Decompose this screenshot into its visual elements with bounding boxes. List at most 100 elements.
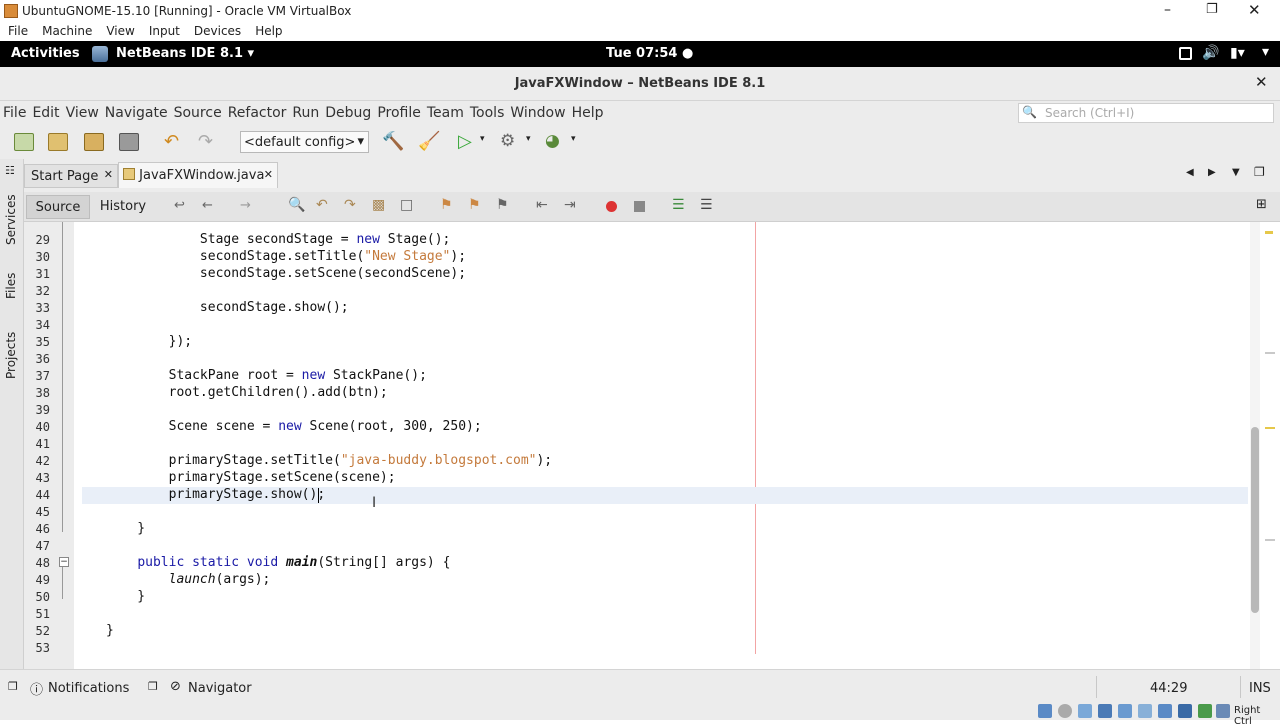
scrollbar-thumb[interactable]: [1251, 427, 1259, 613]
close-tab-icon[interactable]: ✕: [104, 168, 113, 181]
menu-edit[interactable]: Edit: [32, 105, 59, 121]
find-icon[interactable]: 🔍: [288, 197, 305, 213]
menu-help[interactable]: Help: [572, 105, 604, 121]
occurrence-marker[interactable]: [1265, 539, 1275, 541]
profile-dropdown-icon[interactable]: ▾: [571, 134, 576, 144]
build-hammer-icon[interactable]: 🔨: [382, 131, 404, 152]
audio-icon[interactable]: [1078, 704, 1092, 718]
maximize-editor-icon[interactable]: ❐: [1254, 165, 1265, 179]
toggle-rect-select-icon[interactable]: □: [400, 197, 413, 213]
menu-tools[interactable]: Tools: [470, 105, 505, 121]
forward-icon[interactable]: →: [240, 198, 251, 213]
menu-run[interactable]: Run: [292, 105, 319, 121]
menu-navigate[interactable]: Navigate: [105, 105, 168, 121]
config-select[interactable]: <default config> ▾: [240, 131, 369, 153]
new-project-icon[interactable]: [48, 133, 68, 151]
run-dropdown-icon[interactable]: ▾: [480, 134, 485, 144]
debug-icon[interactable]: ⚙: [500, 131, 515, 151]
tab-start-page[interactable]: Start Page ✕: [24, 164, 118, 188]
line-number: 43: [35, 471, 50, 485]
usb-icon[interactable]: [1118, 704, 1132, 718]
network-icon[interactable]: [1098, 704, 1112, 718]
vbox-menu-input[interactable]: Input: [149, 24, 180, 38]
occurrence-marker[interactable]: [1265, 352, 1275, 354]
files-panel-tab[interactable]: Files: [4, 265, 20, 299]
tab-javafxwindow[interactable]: JavaFXWindow.java ✕: [118, 162, 278, 188]
menu-window[interactable]: Window: [510, 105, 565, 121]
shift-left-icon[interactable]: ⇤: [536, 197, 548, 213]
window-restore-icon[interactable]: ❐: [8, 680, 18, 693]
scroll-tabs-right-icon[interactable]: ▶: [1208, 167, 1216, 178]
last-edit-icon[interactable]: ↩: [174, 198, 185, 213]
save-all-icon[interactable]: [119, 133, 139, 151]
back-icon[interactable]: ←: [202, 198, 213, 213]
debug-dropdown-icon[interactable]: ▾: [526, 134, 531, 144]
vertical-scrollbar[interactable]: [1250, 222, 1260, 669]
split-editor-icon[interactable]: ⊞: [1256, 197, 1267, 212]
vbox-menu-file[interactable]: File: [8, 24, 28, 38]
hard-disk-icon[interactable]: [1038, 704, 1052, 718]
close-netbeans-icon[interactable]: ✕: [1255, 73, 1268, 91]
power-menu-icon[interactable]: ▾: [1262, 44, 1269, 60]
navigator-tab[interactable]: Navigator: [188, 681, 252, 696]
source-tab[interactable]: Source: [26, 195, 90, 219]
clock[interactable]: Tue 07:54 ●: [606, 46, 693, 61]
run-icon[interactable]: ▷: [458, 131, 472, 152]
toggle-highlight-icon[interactable]: ▩: [372, 197, 385, 213]
menu-view[interactable]: View: [66, 105, 99, 121]
notifications-tab[interactable]: Notifications: [48, 681, 129, 696]
profile-icon[interactable]: ◕: [545, 131, 560, 151]
volume-icon[interactable]: 🔊: [1202, 45, 1219, 61]
services-panel-tab[interactable]: Services: [4, 189, 20, 245]
shared-folders-icon[interactable]: [1138, 704, 1152, 718]
clean-build-icon[interactable]: 🧹: [418, 131, 440, 152]
toggle-bookmark-icon[interactable]: ⚑: [496, 197, 509, 213]
open-project-icon[interactable]: [84, 133, 104, 151]
new-file-icon[interactable]: [14, 133, 34, 151]
minimize-icon[interactable]: –: [1164, 2, 1171, 18]
menu-refactor[interactable]: Refactor: [228, 105, 287, 121]
vbox-menu-machine[interactable]: Machine: [42, 24, 92, 38]
menu-source[interactable]: Source: [174, 105, 222, 121]
vbox-menu-devices[interactable]: Devices: [194, 24, 241, 38]
cpu-icon[interactable]: [1198, 704, 1212, 718]
next-bookmark-icon[interactable]: ⚑: [468, 197, 481, 213]
side-menu-icon[interactable]: ☷: [5, 164, 15, 177]
start-macro-icon[interactable]: [606, 201, 617, 212]
history-tab[interactable]: History: [94, 195, 152, 219]
optical-drive-icon[interactable]: [1058, 704, 1072, 718]
uncomment-icon[interactable]: ☰: [700, 197, 713, 213]
warning-marker[interactable]: [1265, 427, 1275, 429]
previous-bookmark-icon[interactable]: ⚑: [440, 197, 453, 213]
menu-team[interactable]: Team: [427, 105, 464, 121]
battery-icon[interactable]: ▮▾: [1230, 45, 1245, 61]
activities-button[interactable]: Activities: [11, 46, 80, 61]
close-window-icon[interactable]: ✕: [1248, 1, 1261, 19]
vbox-menu-help[interactable]: Help: [255, 24, 282, 38]
warning-marker[interactable]: [1265, 231, 1273, 234]
video-capture-icon[interactable]: [1178, 704, 1192, 718]
projects-panel-tab[interactable]: Projects: [4, 321, 20, 379]
mouse-integration-icon[interactable]: [1216, 704, 1230, 718]
redo-icon[interactable]: ↷: [198, 131, 213, 152]
search-box[interactable]: 🔍 Search (Ctrl+I): [1018, 103, 1274, 123]
close-tab-icon[interactable]: ✕: [264, 168, 273, 181]
tab-list-icon[interactable]: ▼: [1232, 167, 1240, 178]
side-panel-strip: ☷ Services Files Projects: [0, 159, 24, 669]
restore-icon[interactable]: ❐: [1206, 2, 1218, 17]
comment-icon[interactable]: ☰: [672, 197, 685, 213]
vbox-menu-view[interactable]: View: [106, 24, 134, 38]
screen-icon[interactable]: [1179, 47, 1192, 60]
window-restore-icon[interactable]: ❐: [148, 680, 158, 693]
menu-file[interactable]: File: [3, 105, 26, 121]
stop-macro-icon[interactable]: [634, 201, 645, 212]
undo-icon[interactable]: ↶: [164, 131, 179, 152]
menu-profile[interactable]: Profile: [377, 105, 421, 121]
find-previous-icon[interactable]: ↶: [316, 197, 328, 213]
shift-right-icon[interactable]: ⇥: [564, 197, 576, 213]
menu-debug[interactable]: Debug: [325, 105, 371, 121]
display-icon[interactable]: [1158, 704, 1172, 718]
find-next-icon[interactable]: ↷: [344, 197, 356, 213]
app-menu-button[interactable]: NetBeans IDE 8.1 ▾: [116, 46, 254, 61]
scroll-tabs-left-icon[interactable]: ◀: [1186, 167, 1194, 178]
